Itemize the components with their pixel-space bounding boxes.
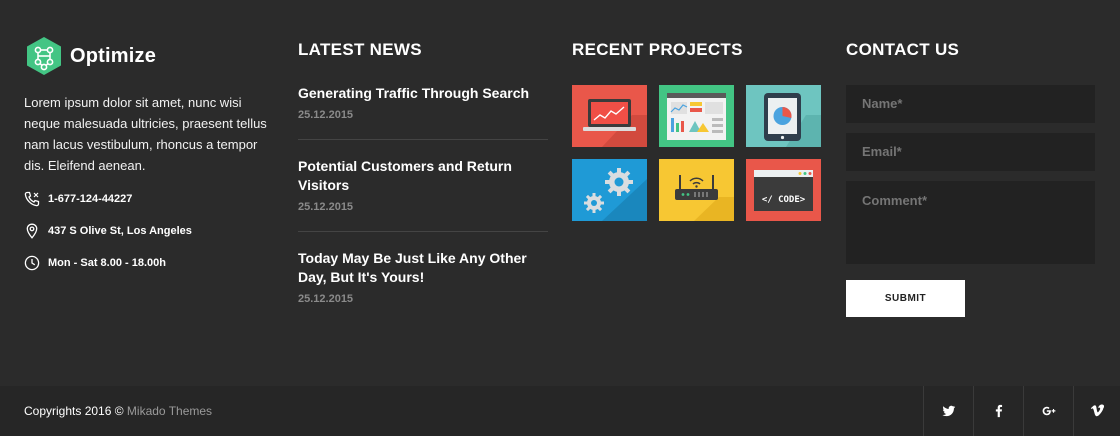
hexagon-network-icon <box>24 36 64 76</box>
vimeo-button[interactable] <box>1073 386 1120 436</box>
project-thumb-tablet[interactable] <box>746 85 821 147</box>
address-text: 437 S Olive St, Los Angeles <box>48 225 192 237</box>
clock-icon <box>24 255 40 271</box>
code-window-icon <box>746 159 821 221</box>
hours-row: Mon - Sat 8.00 - 18.00h <box>24 254 274 272</box>
copyright: Copyrights 2016 © Mikado Themes <box>24 404 212 418</box>
hours-text: Mon - Sat 8.00 - 18.00h <box>48 257 166 269</box>
code-window-label: </ CODE> <box>761 195 806 205</box>
vimeo-icon <box>1090 404 1104 417</box>
name-field[interactable] <box>846 85 1095 123</box>
comment-field[interactable] <box>846 181 1095 264</box>
tablet-pie-icon <box>746 85 821 147</box>
phone-number: 1-677-124-44227 <box>48 193 133 205</box>
project-thumb-router[interactable] <box>659 159 734 221</box>
news-item[interactable]: Potential Customers and Return Visitors … <box>298 157 548 232</box>
news-item-date: 25.12.2015 <box>298 201 354 213</box>
facebook-icon <box>995 404 1002 418</box>
copyright-brand-link[interactable]: Mikado Themes <box>127 404 212 418</box>
news-item-date: 25.12.2015 <box>298 293 354 305</box>
google-plus-button[interactable] <box>1023 386 1073 436</box>
project-thumb-gears[interactable] <box>572 159 647 221</box>
news-item-title[interactable]: Potential Customers and Return Visitors <box>298 157 548 195</box>
news-item[interactable]: Today May Be Just Like Any Other Day, Bu… <box>298 249 548 323</box>
phone-row[interactable]: 1-677-124-44227 <box>24 190 274 208</box>
news-item-title[interactable]: Generating Traffic Through Search <box>298 84 548 103</box>
footer-top: Optimize Lorem ipsum dolor sit amet, nun… <box>0 0 1120 386</box>
copyright-text: Copyrights 2016 © <box>24 404 124 418</box>
news-title: LATEST NEWS <box>298 40 422 59</box>
location-pin-icon <box>24 223 40 239</box>
google-plus-icon <box>1042 406 1055 416</box>
laptop-chart-icon <box>572 85 647 147</box>
logo[interactable]: Optimize <box>24 36 274 76</box>
facebook-button[interactable] <box>973 386 1023 436</box>
about-description: Lorem ipsum dolor sit amet, nunc wisi ne… <box>24 95 267 173</box>
contact-form: SUBMIT <box>846 85 1096 317</box>
recent-projects-widget: RECENT PROJECTS </ CODE> <box>572 36 822 221</box>
project-thumb-laptop[interactable] <box>572 85 647 147</box>
address-row: 437 S Olive St, Los Angeles <box>24 222 274 240</box>
twitter-icon <box>941 405 955 417</box>
news-item-title[interactable]: Today May Be Just Like Any Other Day, Bu… <box>298 249 548 287</box>
gears-icon <box>572 159 647 221</box>
phone-icon <box>24 191 40 207</box>
footer-bottom: Copyrights 2016 © Mikado Themes <box>0 386 1120 436</box>
router-icon <box>659 159 734 221</box>
project-thumb-code[interactable]: </ CODE> <box>746 159 821 221</box>
contact-widget: CONTACT US SUBMIT <box>846 36 1096 317</box>
project-thumb-dashboard[interactable] <box>659 85 734 147</box>
contact-title: CONTACT US <box>846 40 960 59</box>
logo-text: Optimize <box>70 44 157 67</box>
social-links <box>923 386 1120 436</box>
submit-button[interactable]: SUBMIT <box>846 280 965 317</box>
news-item[interactable]: Generating Traffic Through Search 25.12.… <box>298 84 548 140</box>
about-widget: Optimize Lorem ipsum dolor sit amet, nun… <box>24 36 274 272</box>
dashboard-icon <box>659 85 734 147</box>
projects-grid: </ CODE> <box>572 85 822 221</box>
projects-title: RECENT PROJECTS <box>572 40 743 59</box>
email-field[interactable] <box>846 133 1095 171</box>
latest-news-widget: LATEST NEWS Generating Traffic Through S… <box>298 36 548 323</box>
twitter-button[interactable] <box>923 386 973 436</box>
news-item-date: 25.12.2015 <box>298 109 354 121</box>
